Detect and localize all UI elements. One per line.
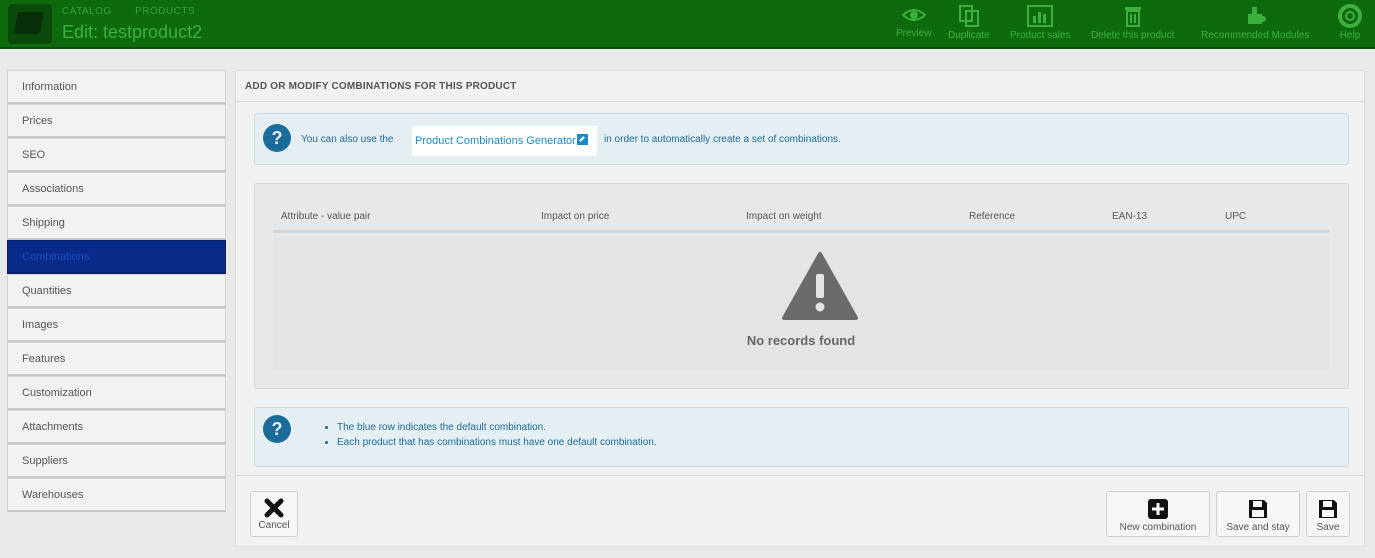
sidebar-item-suppliers[interactable]: Suppliers [7,444,226,478]
header-divider [273,230,1329,233]
cancel-label: Cancel [258,520,290,531]
puzzle-icon [1248,7,1267,24]
panel-title: ADD OR MODIFY COMBINATIONS FOR THIS PROD… [245,81,517,92]
floppy-disk-icon [1319,500,1337,518]
sidebar-item-quantities[interactable]: Quantities [7,274,226,308]
combinations-table: Attribute - value pair Impact on price I… [254,183,1349,389]
new-combination-button[interactable]: New combination [1106,491,1210,537]
sidebar-item-images[interactable]: Images [7,308,226,342]
generator-link-text: Product Combinations Generator [415,135,576,147]
save-button[interactable]: Save [1306,491,1350,537]
column-header-impact-weight[interactable]: Impact on weight [746,211,822,222]
recommended-modules-button[interactable]: Recommended Modules [1201,4,1309,41]
column-header-reference[interactable]: Reference [969,211,1015,222]
sidebar-item-combinations[interactable]: Combinations [7,240,226,274]
sidebar-item-associations[interactable]: Associations [7,172,226,206]
cancel-button[interactable]: Cancel [250,491,298,537]
save-and-stay-button[interactable]: Save and stay [1216,491,1300,537]
sidebar-item-prices[interactable]: Prices [7,104,226,138]
breadcrumb-catalog[interactable]: CATALOG [62,6,112,17]
breadcrumb: CATALOG PRODUCTS [62,6,215,17]
column-header-upc[interactable]: UPC [1225,211,1246,222]
info-prefix: You can also use the [301,134,394,145]
help-item: Each product that has combinations must … [337,437,657,448]
help-box: ? The blue row indicates the default com… [254,407,1349,467]
breadcrumb-products[interactable]: PRODUCTS [135,6,195,17]
sidebar-item-warehouses[interactable]: Warehouses [7,478,226,512]
product-sales-button[interactable]: Product sales [1010,4,1071,41]
help-button[interactable]: Help [1337,4,1363,41]
preview-button[interactable]: Preview [896,4,932,39]
question-icon: ? [263,124,291,152]
help-label: Help [1339,30,1361,41]
save-label: Save [1316,522,1340,533]
delete-product-button[interactable]: Delete this product [1091,4,1174,41]
column-header-attribute[interactable]: Attribute - value pair [281,211,371,222]
close-icon [264,498,284,518]
plus-square-icon [1148,499,1168,519]
floppy-disk-icon [1249,500,1267,518]
product-tabs-sidebar: Information Prices SEO Associations Ship… [7,70,226,512]
external-link-icon [576,134,588,145]
sidebar-item-features[interactable]: Features [7,342,226,376]
trash-icon [1124,7,1141,27]
sidebar-item-seo[interactable]: SEO [7,138,226,172]
sidebar-item-customization[interactable]: Customization [7,376,226,410]
eye-icon [901,9,927,21]
preview-label: Preview [896,28,932,39]
help-item: The blue row indicates the default combi… [337,422,657,433]
duplicate-label: Duplicate [948,30,990,41]
lifebuoy-icon [1338,4,1362,28]
no-records-text: No records found [746,333,856,348]
generator-info-box: ? You can also use the Product Combinati… [254,113,1349,165]
combinations-generator-link[interactable]: Product Combinations Generator [412,126,597,156]
empty-state: No records found [273,236,1329,370]
new-combination-label: New combination [1119,522,1197,533]
logo-icon[interactable] [8,4,52,44]
copy-icon [958,5,979,27]
delete-product-label: Delete this product [1091,30,1175,41]
question-icon: ? [263,415,291,443]
page-title: Edit: testproduct2 [62,22,203,42]
warning-icon [782,252,858,320]
title-divider [236,101,1364,102]
info-suffix: in order to automatically create a set o… [604,134,841,145]
top-header: CATALOG PRODUCTS Edit: testproduct2 Prev… [0,0,1375,49]
column-header-ean13[interactable]: EAN-13 [1112,211,1147,222]
sidebar-item-shipping[interactable]: Shipping [7,206,226,240]
help-list: The blue row indicates the default combi… [337,422,657,452]
recommended-modules-label: Recommended Modules [1201,30,1310,41]
sidebar-item-information[interactable]: Information [7,70,226,104]
sidebar-item-attachments[interactable]: Attachments [7,410,226,444]
duplicate-button[interactable]: Duplicate [948,4,990,41]
footer-divider [236,475,1364,476]
column-header-impact-price[interactable]: Impact on price [541,211,609,222]
save-and-stay-label: Save and stay [1226,522,1290,533]
product-sales-label: Product sales [1010,30,1071,41]
chart-icon [1027,5,1054,27]
combinations-panel: ADD OR MODIFY COMBINATIONS FOR THIS PROD… [235,70,1365,547]
